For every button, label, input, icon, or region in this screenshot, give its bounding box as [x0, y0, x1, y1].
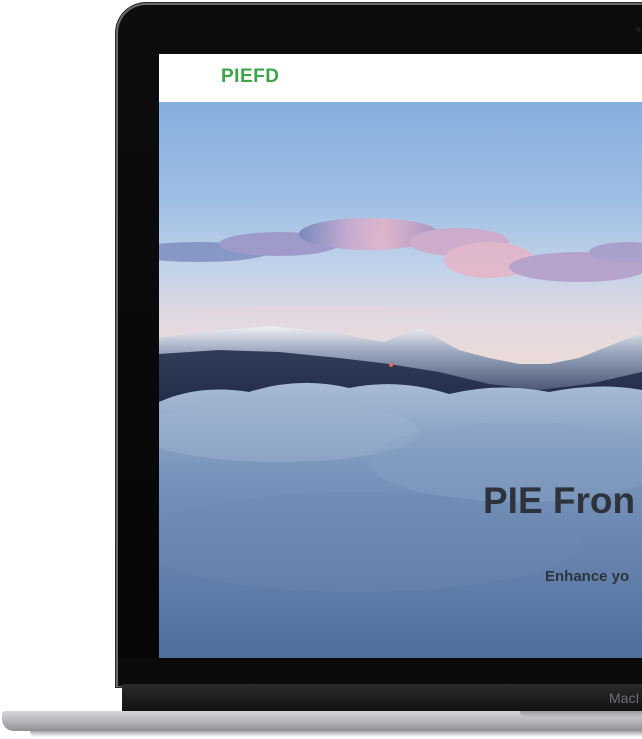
laptop-mockup: PIEFD PIE Fron Enhance yo MacI — [0, 0, 642, 739]
laptop-hinge — [122, 684, 642, 714]
sky-clouds — [159, 218, 642, 318]
hero-banner: PIE Fron Enhance yo — [159, 102, 642, 658]
site-header: PIEFD — [159, 54, 642, 102]
site-logo[interactable]: PIEFD — [221, 66, 279, 88]
screen-bottom-bezel — [118, 658, 642, 686]
hero-subtitle: Enhance yo — [545, 568, 630, 585]
laptop-screen: PIEFD PIE Fron Enhance yo — [159, 54, 642, 658]
laptop-opening-notch — [520, 711, 642, 718]
camera-icon — [636, 27, 641, 32]
brand-label: MacI — [609, 690, 640, 706]
hero-title: PIE Fron — [483, 480, 636, 521]
laptop-shadow — [30, 731, 642, 737]
